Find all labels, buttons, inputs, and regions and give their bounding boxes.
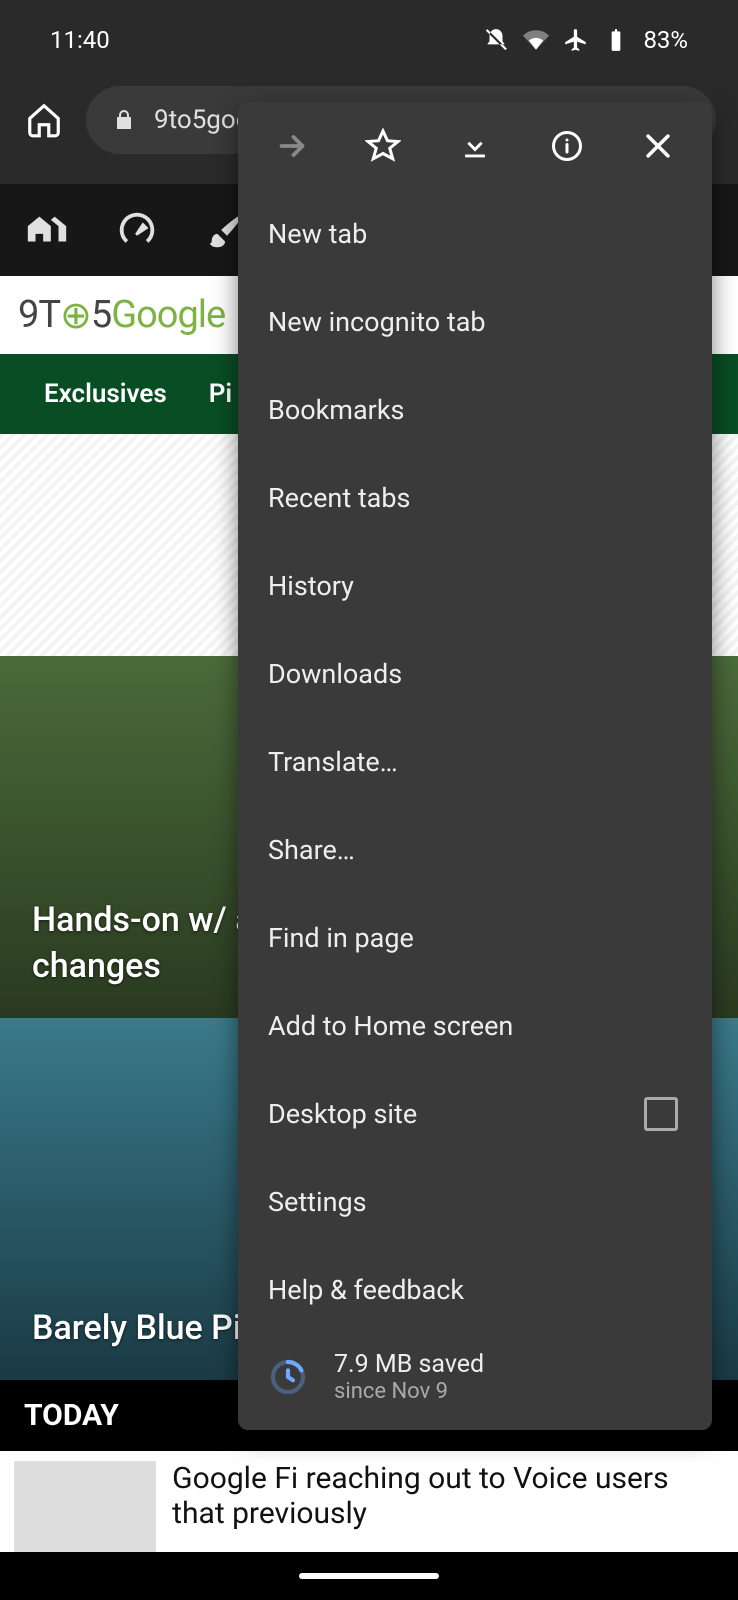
data-saver-icon xyxy=(268,1357,308,1397)
info-button[interactable] xyxy=(545,124,589,168)
data-saved-amount: 7.9 MB saved xyxy=(334,1350,484,1379)
menu-recent-tabs[interactable]: Recent tabs xyxy=(238,454,712,542)
houses-icon[interactable] xyxy=(24,207,70,253)
news-headline: Google Fi reaching out to Voice users th… xyxy=(172,1461,724,1561)
gesture-handle[interactable] xyxy=(299,1573,439,1579)
status-bar: 11:40 83% xyxy=(0,0,738,80)
system-navbar[interactable] xyxy=(0,1552,738,1600)
bookmark-button[interactable] xyxy=(361,124,405,168)
data-saved-since: since Nov 9 xyxy=(334,1379,484,1404)
url-text: 9to5goo xyxy=(154,105,251,135)
bell-off-icon xyxy=(483,27,509,53)
download-button[interactable] xyxy=(453,124,497,168)
menu-find-in-page[interactable]: Find in page xyxy=(238,894,712,982)
menu-new-tab[interactable]: New tab xyxy=(238,190,712,278)
lock-icon xyxy=(112,108,136,132)
airplane-icon xyxy=(563,27,589,53)
gauge-icon[interactable] xyxy=(114,207,160,253)
menu-add-to-home-screen[interactable]: Add to Home screen xyxy=(238,982,712,1070)
desktop-site-checkbox[interactable] xyxy=(644,1097,678,1131)
menu-bookmarks[interactable]: Bookmarks xyxy=(238,366,712,454)
menu-help-feedback[interactable]: Help & feedback xyxy=(238,1246,712,1334)
menu-settings[interactable]: Settings xyxy=(238,1158,712,1246)
data-saver-row[interactable]: 7.9 MB saved since Nov 9 xyxy=(238,1334,712,1412)
battery-percent: 83% xyxy=(643,26,688,54)
forward-button[interactable] xyxy=(270,124,314,168)
chrome-overflow-menu: New tab New incognito tab Bookmarks Rece… xyxy=(238,102,712,1430)
tab-exclusives[interactable]: Exclusives xyxy=(44,379,167,409)
home-button[interactable] xyxy=(22,98,66,142)
close-menu-button[interactable] xyxy=(636,124,680,168)
news-thumbnail xyxy=(14,1461,156,1561)
tab-pixel[interactable]: Pi xyxy=(209,379,232,409)
menu-share[interactable]: Share… xyxy=(238,806,712,894)
menu-translate[interactable]: Translate… xyxy=(238,718,712,806)
status-icons: 83% xyxy=(483,26,688,54)
menu-icon-row xyxy=(238,102,712,190)
menu-history[interactable]: History xyxy=(238,542,712,630)
menu-new-incognito-tab[interactable]: New incognito tab xyxy=(238,278,712,366)
menu-downloads[interactable]: Downloads xyxy=(238,630,712,718)
battery-icon xyxy=(603,27,629,53)
menu-desktop-site[interactable]: Desktop site xyxy=(238,1070,712,1158)
wifi-icon xyxy=(523,27,549,53)
status-time: 11:40 xyxy=(50,26,110,54)
